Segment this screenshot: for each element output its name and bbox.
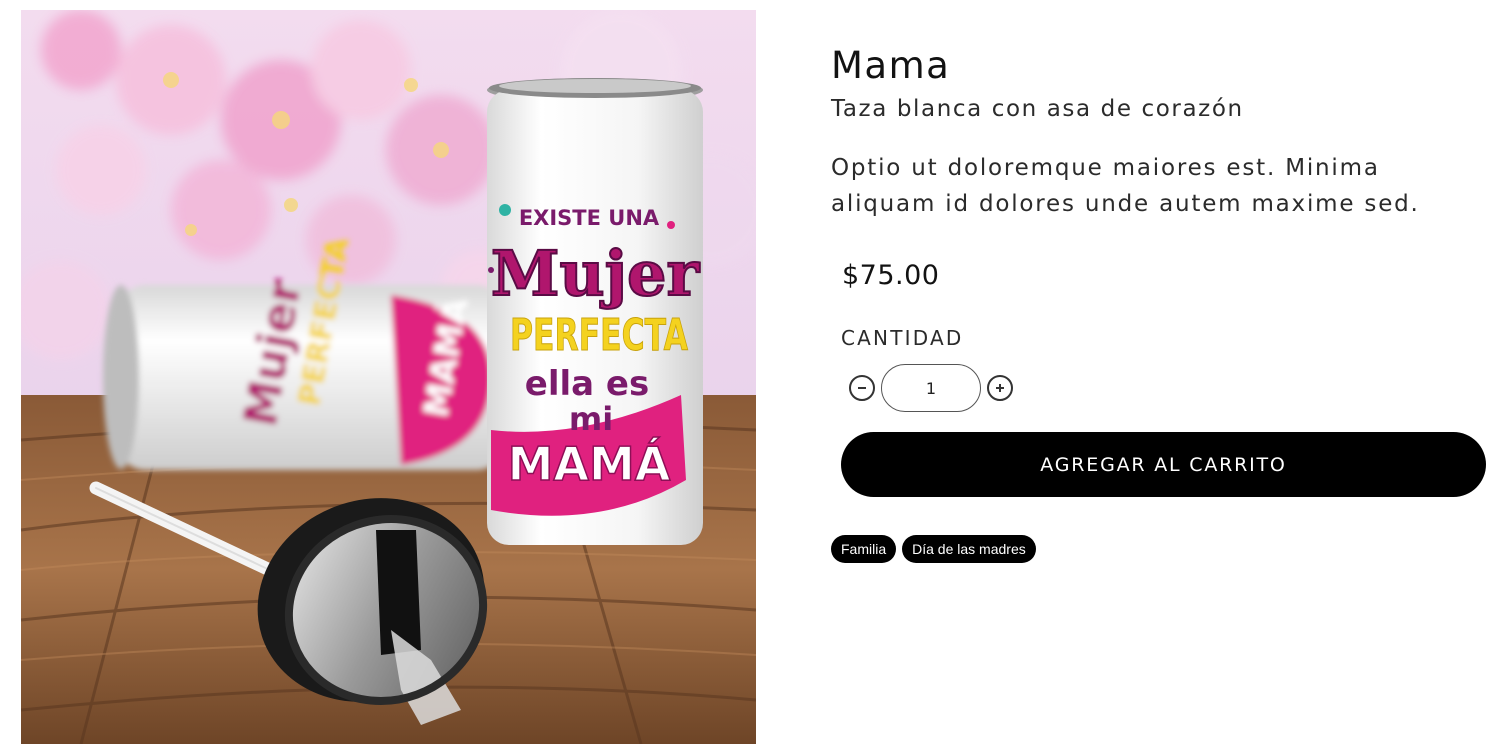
product-description: Optio ut doloremque maiores est. Minima … xyxy=(831,155,1420,217)
product-title: Mama xyxy=(831,44,951,87)
minus-circle-icon xyxy=(858,387,866,389)
can-text-line1: EXISTE UNA xyxy=(519,206,660,230)
product-price: $75.00 xyxy=(842,260,940,291)
plus-circle-icon xyxy=(996,384,1004,392)
product-info: Mama Taza blanca con asa de corazón Opti… xyxy=(831,40,1491,563)
can-text-line5: mi xyxy=(569,400,613,438)
standing-can: EXISTE UNA Mujer PERFECTA ella es mi MAM… xyxy=(487,78,703,545)
can-text-line3: PERFECTA xyxy=(510,310,688,361)
quantity-input[interactable] xyxy=(881,364,981,412)
product-tags: Familia Día de las madres xyxy=(831,535,1491,563)
quantity-selector xyxy=(849,364,1491,412)
product-image[interactable]: Mujer PERFECTA MAMÁ EXISTE UNA Mujer PER… xyxy=(21,10,756,744)
add-to-cart-label: AGREGAR AL CARRITO xyxy=(1040,453,1287,476)
can-text-line6: MAMÁ xyxy=(508,437,671,491)
add-to-cart-button[interactable]: AGREGAR AL CARRITO xyxy=(841,432,1486,497)
product-subtitle: Taza blanca con asa de corazón xyxy=(831,96,1244,122)
quantity-decrease-button[interactable] xyxy=(849,375,875,401)
quantity-increase-button[interactable] xyxy=(987,375,1013,401)
can-text-line2: Mujer xyxy=(491,237,701,310)
tag-dia-de-las-madres[interactable]: Día de las madres xyxy=(902,535,1036,563)
product-page: Mujer PERFECTA MAMÁ EXISTE UNA Mujer PER… xyxy=(0,0,1496,750)
can-text-line4: ella es xyxy=(525,364,649,404)
tag-familia[interactable]: Familia xyxy=(831,535,897,563)
product-photo-illustration: Mujer PERFECTA MAMÁ EXISTE UNA Mujer PER… xyxy=(21,10,756,744)
quantity-label: CANTIDAD xyxy=(841,326,964,350)
